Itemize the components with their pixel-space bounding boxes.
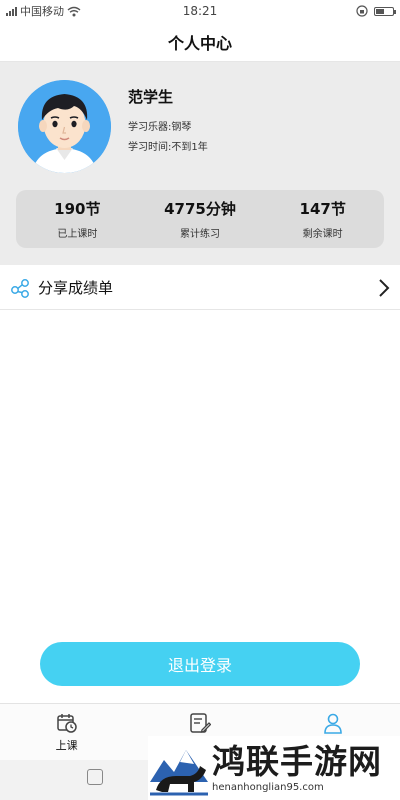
- watermark-logo-icon: [150, 740, 208, 796]
- tab-label: 上课: [55, 739, 78, 752]
- avatar[interactable]: [18, 80, 111, 173]
- watermark: 鸿联手游网 henanhonglian95.com: [148, 736, 400, 800]
- stats-panel: 190节 已上课时 4775分钟 累计练习 147节 剩余课时: [16, 190, 384, 248]
- page-title: 个人中心: [0, 22, 400, 62]
- stat-label: 已上课时: [57, 229, 98, 240]
- stat-lessons-remaining: 147节 剩余课时: [261, 190, 384, 248]
- signal-icon: [6, 6, 17, 16]
- logout-button[interactable]: 退出登录: [40, 642, 360, 686]
- notes-pencil-icon: [190, 713, 211, 733]
- status-left: 中国移动: [6, 3, 81, 19]
- recent-apps-icon[interactable]: [87, 769, 103, 785]
- status-time: 18:21: [182, 4, 218, 18]
- carrier-label: 中国移动: [20, 5, 64, 18]
- rotation-lock-icon: [356, 5, 368, 17]
- status-bar: 中国移动 18:21: [0, 0, 400, 22]
- stat-value: 190节: [54, 200, 101, 218]
- share-report-label: 分享成绩单: [38, 279, 114, 297]
- stat-lessons-taken: 190节 已上课时: [16, 190, 139, 248]
- study-time-text: 学习时间:不到1年: [128, 142, 208, 153]
- watermark-text: 鸿联手游网 henanhonglian95.com: [212, 742, 382, 794]
- stat-label: 累计练习: [180, 229, 220, 240]
- profile-card: 范学生 学习乐器:钢琴 学习时间:不到1年 190节 已上课时 4775分钟 累…: [0, 62, 400, 265]
- chevron-right-icon: [379, 279, 390, 297]
- stat-practice-time: 4775分钟 累计练习: [139, 190, 262, 248]
- user-name: 范学生: [128, 88, 174, 106]
- calendar-clock-icon: [56, 714, 77, 733]
- instrument-text: 学习乐器:钢琴: [128, 122, 192, 133]
- stat-value: 147节: [299, 200, 346, 218]
- stat-label: 剩余课时: [302, 229, 343, 240]
- wifi-icon: [67, 6, 81, 16]
- watermark-title: 鸿联手游网: [212, 742, 382, 781]
- battery-icon: [374, 6, 396, 16]
- stat-value: 4775分钟: [164, 200, 236, 218]
- status-right: [356, 5, 396, 17]
- share-nodes-icon: [11, 278, 29, 298]
- student-avatar-icon: [18, 80, 111, 173]
- tab-classes[interactable]: 上课: [0, 704, 133, 760]
- watermark-url: henanhonglian95.com: [212, 782, 324, 793]
- person-icon: [324, 713, 343, 734]
- share-report-row[interactable]: 分享成绩单: [0, 266, 400, 310]
